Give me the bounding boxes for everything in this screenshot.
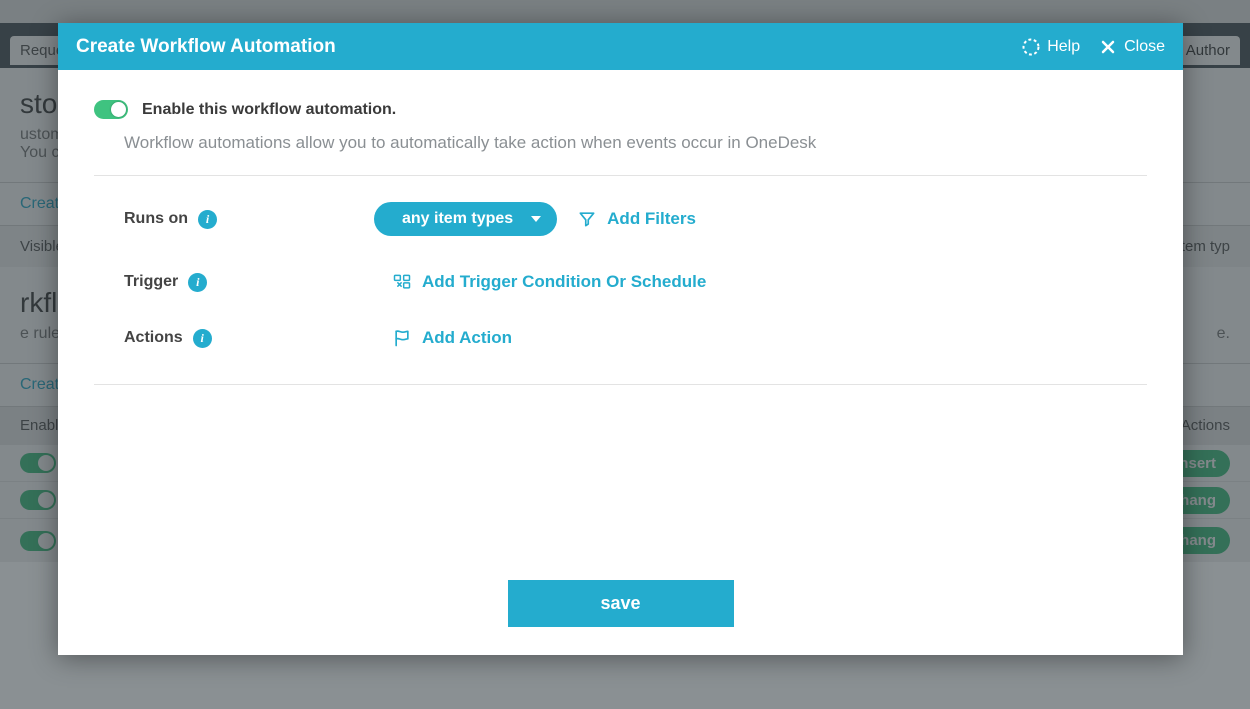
- save-button[interactable]: save: [508, 580, 734, 627]
- info-icon[interactable]: i: [193, 329, 212, 348]
- modal-title: Create Workflow Automation: [76, 36, 336, 58]
- actions-row: Actions i Add Action: [94, 328, 1147, 348]
- modal-footer: save: [58, 580, 1183, 655]
- help-button[interactable]: Help: [1021, 37, 1080, 57]
- add-action-label: Add Action: [422, 328, 512, 348]
- modal-header: Create Workflow Automation Help Close: [58, 23, 1183, 70]
- add-filters-label: Add Filters: [607, 209, 696, 229]
- actions-label-wrap: Actions i: [124, 329, 374, 348]
- info-icon[interactable]: i: [188, 273, 207, 292]
- modal-body: Enable this workflow automation. Workflo…: [58, 70, 1183, 580]
- modal-subtitle: Workflow automations allow you to automa…: [124, 133, 1147, 153]
- funnel-icon: [577, 209, 597, 229]
- add-trigger-button[interactable]: Add Trigger Condition Or Schedule: [392, 272, 706, 292]
- info-icon[interactable]: i: [198, 210, 217, 229]
- flag-icon: [392, 328, 412, 348]
- divider-bottom: [94, 384, 1147, 385]
- trigger-label-wrap: Trigger i: [124, 273, 374, 292]
- actions-label: Actions: [124, 329, 183, 347]
- runs-on-row: Runs on i any item types Add Filters: [94, 202, 1147, 236]
- help-icon: [1021, 37, 1041, 57]
- runs-on-label-wrap: Runs on i: [124, 210, 374, 229]
- help-label: Help: [1047, 38, 1080, 56]
- divider-top: [94, 175, 1147, 176]
- runs-on-label: Runs on: [124, 210, 188, 228]
- enable-row: Enable this workflow automation.: [94, 100, 1147, 119]
- enable-label: Enable this workflow automation.: [142, 101, 396, 119]
- create-workflow-modal: Create Workflow Automation Help Close En…: [58, 23, 1183, 655]
- add-action-button[interactable]: Add Action: [392, 328, 512, 348]
- trigger-row: Trigger i Add Trigger Condition Or Sched…: [94, 272, 1147, 292]
- enable-toggle[interactable]: [94, 100, 128, 119]
- close-button[interactable]: Close: [1098, 37, 1165, 57]
- schedule-icon: [392, 272, 412, 292]
- add-filters-button[interactable]: Add Filters: [577, 209, 696, 229]
- close-label: Close: [1124, 38, 1165, 56]
- close-icon: [1098, 37, 1118, 57]
- runs-on-dropdown[interactable]: any item types: [374, 202, 557, 236]
- trigger-label: Trigger: [124, 273, 178, 291]
- add-trigger-label: Add Trigger Condition Or Schedule: [422, 272, 706, 292]
